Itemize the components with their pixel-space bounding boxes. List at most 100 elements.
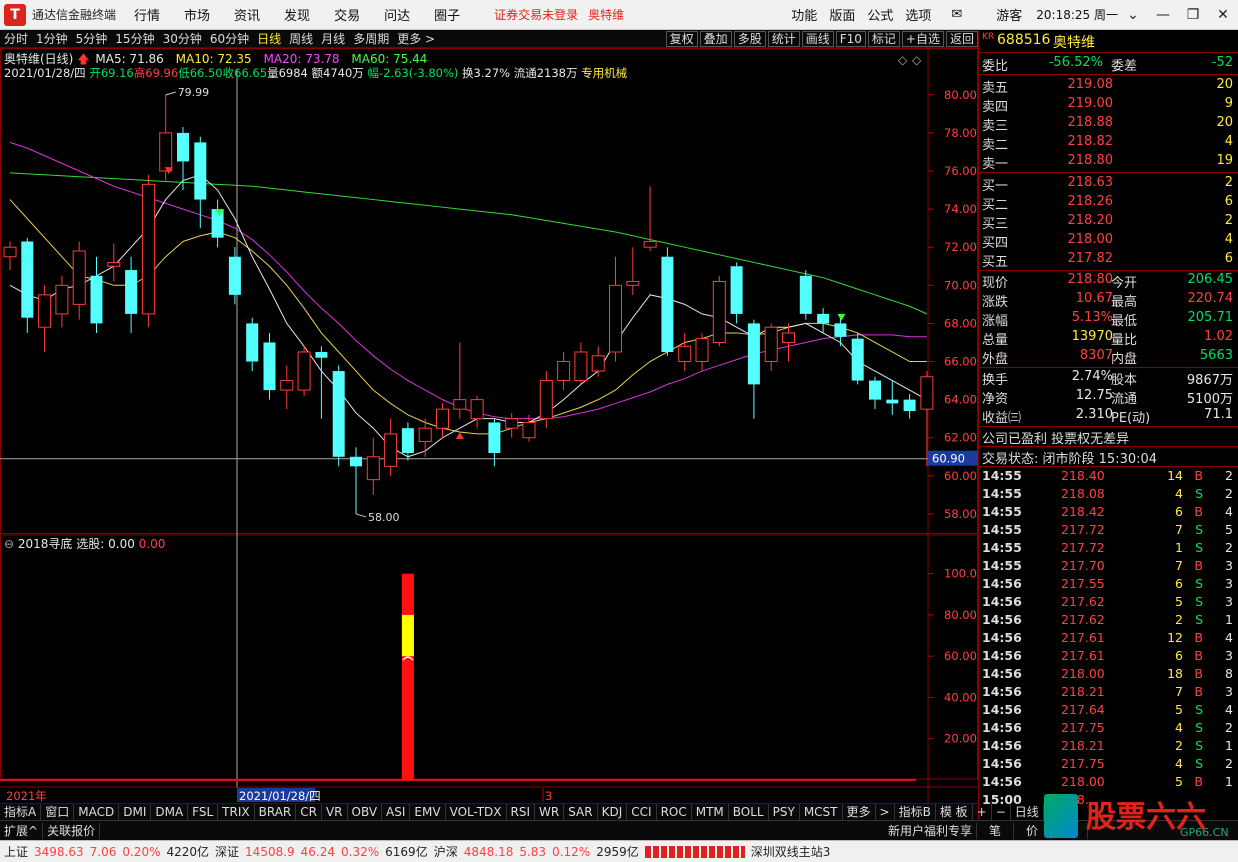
indicator-tab[interactable]: + (973, 804, 992, 820)
btn-overlay[interactable]: 叠加 (699, 30, 732, 47)
indicator-tab[interactable]: 指标B (895, 804, 936, 820)
indicator-tab[interactable]: CR (296, 804, 322, 820)
bid-row[interactable]: 买四 218.00 4 (979, 232, 1238, 251)
indicator-tab[interactable]: MTM (692, 804, 729, 820)
btn-mark[interactable]: 标记 (867, 30, 900, 47)
period-30min[interactable]: 30分钟 (159, 30, 206, 47)
period-daily[interactable]: 日线 (253, 30, 285, 47)
stat-row[interactable]: 现价 218.80 今开 206.45 (979, 272, 1238, 291)
weibi-row[interactable]: 委比 -56.52% 委差 -52 (979, 55, 1238, 74)
indicator-tab[interactable]: ASI (382, 804, 411, 820)
expand-tab[interactable]: 扩展^ (0, 822, 44, 839)
indicator-tab[interactable]: BOLL (729, 804, 769, 820)
btn-multi-stock[interactable]: 多股 (733, 30, 766, 47)
period-1min[interactable]: 1分钟 (32, 30, 72, 47)
stat-row[interactable]: 外盘 8307 内盘 5663 (979, 348, 1238, 367)
period-timeshare[interactable]: 分时 (0, 30, 32, 47)
candle-body (920, 376, 934, 410)
indicator-tab[interactable]: 指标A (0, 804, 42, 820)
price-tick-label: 74.00 (944, 202, 977, 216)
ask-row[interactable]: 卖四 219.00 9 (979, 96, 1238, 115)
btn-f10[interactable]: F10 (835, 30, 866, 47)
bid-row[interactable]: 买一 218.63 2 (979, 175, 1238, 194)
indicator-tab[interactable]: ROC (657, 804, 692, 820)
stat-row[interactable]: 涨跌 10.67 最高 220.74 (979, 291, 1238, 310)
stat2-row[interactable]: 收益㈢ 2.310 PE(动) 71.1 (979, 407, 1238, 426)
indicator-tab[interactable]: RSI (507, 804, 536, 820)
indicator-tab[interactable]: MCST (800, 804, 843, 820)
price-tab[interactable]: 价 (1014, 822, 1051, 839)
menu-circle[interactable]: 圈子 (422, 5, 472, 24)
stat-row[interactable]: 涨幅 5.13% 最低 205.71 (979, 310, 1238, 329)
restore-icon[interactable]: ❐ (1178, 7, 1208, 23)
btn-draw[interactable]: 画线 (801, 30, 834, 47)
menu-ask[interactable]: 问达 (372, 5, 422, 24)
minimize-icon[interactable]: — (1148, 7, 1178, 23)
menu-formula[interactable]: 公式 (861, 5, 899, 24)
indicator-tab[interactable]: BRAR (255, 804, 297, 820)
envelope-icon[interactable]: ✉ (945, 7, 968, 22)
indicator-tab[interactable]: KDJ (598, 804, 628, 820)
menu-function[interactable]: 功能 (785, 5, 823, 24)
indicator-tab[interactable]: TRIX (218, 804, 255, 820)
menu-trade[interactable]: 交易 (322, 5, 372, 24)
promo-link[interactable]: 新用户福利专享 (884, 822, 977, 839)
btn-back[interactable]: 返回 (945, 30, 978, 47)
indicator-tab[interactable]: MACD (74, 804, 120, 820)
indicator-tab[interactable]: VR (322, 804, 348, 820)
related-quotes-tab[interactable]: 关联报价 (43, 822, 101, 839)
indicator-tab[interactable]: EMV (410, 804, 446, 820)
stat-row[interactable]: 总量 13970 量比 1.02 (979, 329, 1238, 348)
login-warning[interactable]: 证券交易未登录 (494, 6, 578, 23)
price-tick-label: 78.00 (944, 126, 977, 140)
btn-stats[interactable]: 统计 (767, 30, 800, 47)
bid-row[interactable]: 买五 217.82 6 (979, 251, 1238, 270)
period-5min[interactable]: 5分钟 (72, 30, 112, 47)
period-15min[interactable]: 15分钟 (111, 30, 158, 47)
bid-row[interactable]: 买二 218.26 6 (979, 194, 1238, 213)
close-icon[interactable]: ✕ (1208, 7, 1238, 23)
stat2-row[interactable]: 换手 2.74% 股本 9867万 (979, 369, 1238, 388)
indicator-tab[interactable]: − (992, 804, 1011, 820)
btn-add-watchlist[interactable]: +自选 (901, 30, 944, 47)
tick-tab[interactable]: 笔 (977, 822, 1014, 839)
candle-body (712, 280, 726, 343)
indicator-tab[interactable]: SAR (564, 804, 598, 820)
bid-row[interactable]: 买三 218.20 2 (979, 213, 1238, 232)
indicator-tab[interactable]: WR (535, 804, 565, 820)
indicator-tab[interactable]: > (876, 804, 895, 820)
indicator-tab[interactable]: 更多 (843, 804, 876, 820)
ask-row[interactable]: 卖三 218.88 20 (979, 115, 1238, 134)
menu-market[interactable]: 市场 (172, 5, 222, 24)
indicator-tab[interactable]: FSL (188, 804, 219, 820)
indicator-tab[interactable]: OBV (348, 804, 383, 820)
user-guest[interactable]: 游客 (990, 5, 1028, 24)
indicator-tab[interactable]: 窗口 (41, 804, 75, 820)
period-60min[interactable]: 60分钟 (206, 30, 253, 47)
indicator-tab[interactable]: VOL-TDX (446, 804, 507, 820)
menu-discover[interactable]: 发现 (272, 5, 322, 24)
period-weekly[interactable]: 周线 (285, 30, 317, 47)
stat2-row[interactable]: 净资 12.75 流通 5100万 (979, 388, 1238, 407)
indicator-tab[interactable]: DMI (119, 804, 152, 820)
server-name[interactable]: 深圳双线主站3 (751, 843, 831, 860)
ask-row[interactable]: 卖二 218.82 4 (979, 134, 1238, 153)
indicator-tab[interactable]: 模 板 (936, 804, 973, 820)
dropdown-icon[interactable]: ⌄ (1118, 7, 1148, 23)
btn-adjust[interactable]: 复权 (665, 30, 698, 47)
menu-quotes[interactable]: 行情 (122, 5, 172, 24)
indicator-tab[interactable]: CCI (627, 804, 657, 820)
ask-row[interactable]: 卖一 218.80 19 (979, 153, 1238, 172)
period-monthly[interactable]: 月线 (317, 30, 349, 47)
menu-layout[interactable]: 版面 (823, 5, 861, 24)
ask-row[interactable]: 卖五 219.08 20 (979, 77, 1238, 96)
indicator-tab[interactable]: PSY (769, 804, 800, 820)
period-more[interactable]: 更多 > (393, 30, 439, 47)
indicator-bar-yellow (401, 614, 414, 657)
period-multi[interactable]: 多周期 (349, 30, 393, 47)
detail-tab[interactable]: 细 (1051, 822, 1088, 839)
menu-options[interactable]: 选项 (899, 5, 937, 24)
indicator-tab[interactable]: DMA (151, 804, 189, 820)
menu-news[interactable]: 资讯 (222, 5, 272, 24)
kline-chart[interactable]: 80.00 78.00 76.00 74.00 72.00 70.00 68.00 66.00… (0, 48, 978, 803)
